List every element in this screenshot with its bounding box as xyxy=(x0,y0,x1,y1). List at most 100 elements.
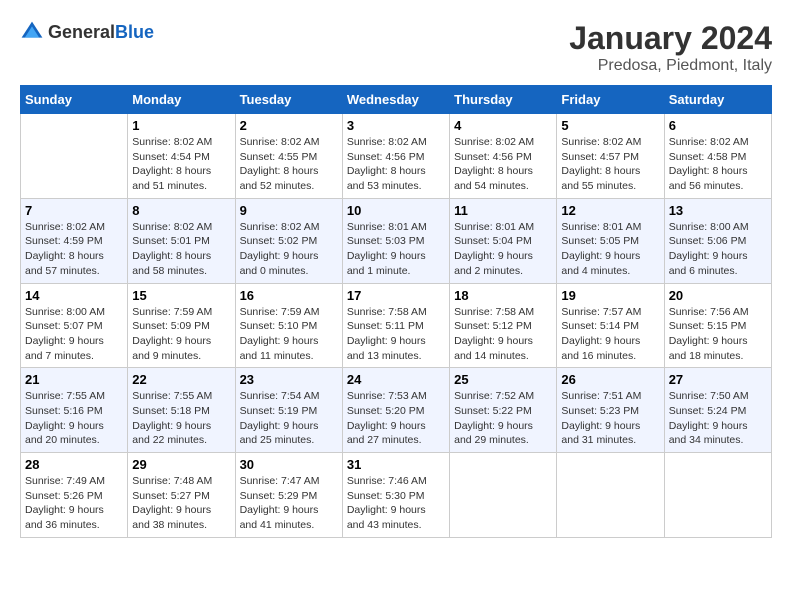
week-row-4: 21Sunrise: 7:55 AMSunset: 5:16 PMDayligh… xyxy=(21,368,772,453)
day-cell: 24Sunrise: 7:53 AMSunset: 5:20 PMDayligh… xyxy=(342,368,449,453)
sunset-text: Sunset: 5:06 PM xyxy=(669,234,767,249)
day-cell: 11Sunrise: 8:01 AMSunset: 5:04 PMDayligh… xyxy=(450,198,557,283)
sunset-text: Sunset: 5:27 PM xyxy=(132,489,230,504)
day-cell: 2Sunrise: 8:02 AMSunset: 4:55 PMDaylight… xyxy=(235,114,342,199)
daylight-text: Daylight: 9 hours and 20 minutes. xyxy=(25,419,123,448)
day-info: Sunrise: 7:52 AMSunset: 5:22 PMDaylight:… xyxy=(454,389,552,448)
day-cell: 15Sunrise: 7:59 AMSunset: 5:09 PMDayligh… xyxy=(128,283,235,368)
weekday-header-row: SundayMondayTuesdayWednesdayThursdayFrid… xyxy=(21,86,772,114)
day-number: 16 xyxy=(240,288,338,303)
sunrise-text: Sunrise: 7:58 AM xyxy=(454,305,552,320)
day-number: 21 xyxy=(25,372,123,387)
sunrise-text: Sunrise: 8:01 AM xyxy=(347,220,445,235)
week-row-1: 1Sunrise: 8:02 AMSunset: 4:54 PMDaylight… xyxy=(21,114,772,199)
day-info: Sunrise: 7:50 AMSunset: 5:24 PMDaylight:… xyxy=(669,389,767,448)
sunrise-text: Sunrise: 7:54 AM xyxy=(240,389,338,404)
day-cell: 13Sunrise: 8:00 AMSunset: 5:06 PMDayligh… xyxy=(664,198,771,283)
day-info: Sunrise: 8:00 AMSunset: 5:07 PMDaylight:… xyxy=(25,305,123,364)
day-info: Sunrise: 8:02 AMSunset: 4:56 PMDaylight:… xyxy=(454,135,552,194)
sunset-text: Sunset: 5:16 PM xyxy=(25,404,123,419)
daylight-text: Daylight: 9 hours and 11 minutes. xyxy=(240,334,338,363)
day-number: 6 xyxy=(669,118,767,133)
day-number: 3 xyxy=(347,118,445,133)
day-info: Sunrise: 7:56 AMSunset: 5:15 PMDaylight:… xyxy=(669,305,767,364)
sunrise-text: Sunrise: 8:02 AM xyxy=(669,135,767,150)
day-cell: 28Sunrise: 7:49 AMSunset: 5:26 PMDayligh… xyxy=(21,453,128,538)
daylight-text: Daylight: 9 hours and 16 minutes. xyxy=(561,334,659,363)
sunrise-text: Sunrise: 8:02 AM xyxy=(132,135,230,150)
sunrise-text: Sunrise: 7:46 AM xyxy=(347,474,445,489)
day-cell xyxy=(450,453,557,538)
day-number: 19 xyxy=(561,288,659,303)
daylight-text: Daylight: 9 hours and 31 minutes. xyxy=(561,419,659,448)
weekday-header-thursday: Thursday xyxy=(450,86,557,114)
sunset-text: Sunset: 5:26 PM xyxy=(25,489,123,504)
day-cell: 4Sunrise: 8:02 AMSunset: 4:56 PMDaylight… xyxy=(450,114,557,199)
sunset-text: Sunset: 4:54 PM xyxy=(132,150,230,165)
sunrise-text: Sunrise: 8:00 AM xyxy=(669,220,767,235)
day-cell: 23Sunrise: 7:54 AMSunset: 5:19 PMDayligh… xyxy=(235,368,342,453)
sunset-text: Sunset: 5:04 PM xyxy=(454,234,552,249)
day-number: 13 xyxy=(669,203,767,218)
day-cell: 21 Sunrise: 7:55 AMSunset: 5:16 PMDayligh… xyxy=(21,368,128,453)
daylight-text: Daylight: 8 hours and 56 minutes. xyxy=(669,164,767,193)
day-cell: 14Sunrise: 8:00 AMSunset: 5:07 PMDayligh… xyxy=(21,283,128,368)
day-cell xyxy=(21,114,128,199)
daylight-text: Daylight: 9 hours and 18 minutes. xyxy=(669,334,767,363)
sunset-text: Sunset: 5:12 PM xyxy=(454,319,552,334)
sunset-text: Sunset: 4:57 PM xyxy=(561,150,659,165)
day-number: 31 xyxy=(347,457,445,472)
day-number: 30 xyxy=(240,457,338,472)
sunrise-text: Sunrise: 8:02 AM xyxy=(561,135,659,150)
day-number: 24 xyxy=(347,372,445,387)
day-number: 25 xyxy=(454,372,552,387)
daylight-text: Daylight: 9 hours and 13 minutes. xyxy=(347,334,445,363)
day-cell xyxy=(557,453,664,538)
day-info: Sunrise: 8:01 AMSunset: 5:04 PMDaylight:… xyxy=(454,220,552,279)
day-cell: 12Sunrise: 8:01 AMSunset: 5:05 PMDayligh… xyxy=(557,198,664,283)
daylight-text: Daylight: 9 hours and 38 minutes. xyxy=(132,503,230,532)
day-info: Sunrise: 7:49 AMSunset: 5:26 PMDaylight:… xyxy=(25,474,123,533)
day-info: Sunrise: 8:02 AMSunset: 4:59 PMDaylight:… xyxy=(25,220,123,279)
day-cell: 8Sunrise: 8:02 AMSunset: 5:01 PMDaylight… xyxy=(128,198,235,283)
sunset-text: Sunset: 5:07 PM xyxy=(25,319,123,334)
day-cell: 5Sunrise: 8:02 AMSunset: 4:57 PMDaylight… xyxy=(557,114,664,199)
day-info: Sunrise: 7:48 AMSunset: 5:27 PMDaylight:… xyxy=(132,474,230,533)
day-cell: 16Sunrise: 7:59 AMSunset: 5:10 PMDayligh… xyxy=(235,283,342,368)
day-cell: 3Sunrise: 8:02 AMSunset: 4:56 PMDaylight… xyxy=(342,114,449,199)
day-info: Sunrise: 8:02 AMSunset: 4:54 PMDaylight:… xyxy=(132,135,230,194)
sunset-text: Sunset: 5:23 PM xyxy=(561,404,659,419)
sunrise-text: Sunrise: 8:02 AM xyxy=(25,220,123,235)
daylight-text: Daylight: 9 hours and 9 minutes. xyxy=(132,334,230,363)
sunrise-text: Sunrise: 7:47 AM xyxy=(240,474,338,489)
weekday-header-tuesday: Tuesday xyxy=(235,86,342,114)
daylight-text: Daylight: 9 hours and 25 minutes. xyxy=(240,419,338,448)
sunrise-text: Sunrise: 8:01 AM xyxy=(454,220,552,235)
daylight-text: Daylight: 9 hours and 36 minutes. xyxy=(25,503,123,532)
day-cell: 18Sunrise: 7:58 AMSunset: 5:12 PMDayligh… xyxy=(450,283,557,368)
logo-icon xyxy=(20,20,44,44)
day-info: Sunrise: 8:01 AMSunset: 5:03 PMDaylight:… xyxy=(347,220,445,279)
sunrise-text: Sunrise: 7:52 AM xyxy=(454,389,552,404)
sunrise-text: Sunrise: 8:02 AM xyxy=(454,135,552,150)
sunrise-text: Sunrise: 7:57 AM xyxy=(561,305,659,320)
sunrise-text: Sunrise: 7:55 AM xyxy=(25,389,123,404)
daylight-text: Daylight: 9 hours and 1 minute. xyxy=(347,249,445,278)
sunrise-text: Sunrise: 7:59 AM xyxy=(132,305,230,320)
logo-general-text: GeneralBlue xyxy=(48,22,154,43)
day-number: 22 xyxy=(132,372,230,387)
day-info: Sunrise: 7:51 AMSunset: 5:23 PMDaylight:… xyxy=(561,389,659,448)
sunset-text: Sunset: 5:20 PM xyxy=(347,404,445,419)
daylight-text: Daylight: 9 hours and 43 minutes. xyxy=(347,503,445,532)
day-info: Sunrise: 7:58 AMSunset: 5:11 PMDaylight:… xyxy=(347,305,445,364)
day-cell: 31Sunrise: 7:46 AMSunset: 5:30 PMDayligh… xyxy=(342,453,449,538)
day-number: 18 xyxy=(454,288,552,303)
calendar-title: January 2024 xyxy=(569,20,772,57)
day-cell: 6Sunrise: 8:02 AMSunset: 4:58 PMDaylight… xyxy=(664,114,771,199)
day-info: Sunrise: 8:02 AMSunset: 5:01 PMDaylight:… xyxy=(132,220,230,279)
daylight-text: Daylight: 8 hours and 57 minutes. xyxy=(25,249,123,278)
sunset-text: Sunset: 5:14 PM xyxy=(561,319,659,334)
sunrise-text: Sunrise: 7:49 AM xyxy=(25,474,123,489)
sunrise-text: Sunrise: 7:55 AM xyxy=(132,389,230,404)
sunset-text: Sunset: 5:19 PM xyxy=(240,404,338,419)
